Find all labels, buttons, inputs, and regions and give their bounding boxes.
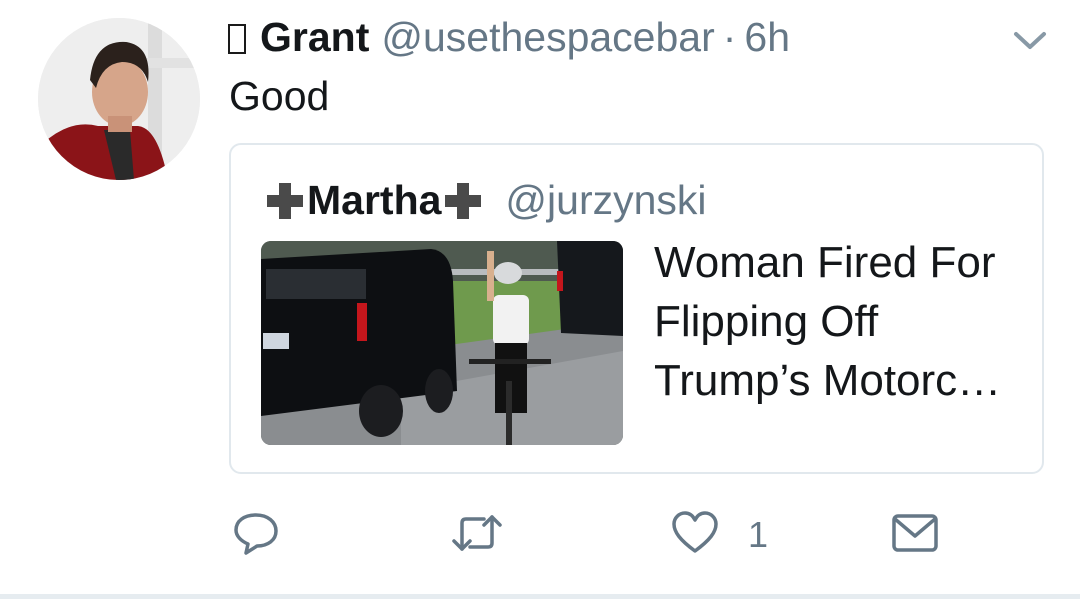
link-thumbnail[interactable] [261,241,623,445]
author-name[interactable]: Grant [260,10,369,64]
direct-message-button[interactable] [890,510,940,560]
tweet-header: Grant @usethespacebar · 6h [228,10,790,64]
like-count: 1 [748,514,769,555]
tweet[interactable]: Grant @usethespacebar · 6h Good Martha @… [0,0,1080,599]
heart-icon [670,509,720,562]
heavy-plus-icon [441,179,485,223]
link-headline[interactable]: Woman Fired For Flipping Off Trump’s Mot… [654,233,1024,410]
timestamp[interactable]: 6h [744,10,790,64]
separator: · [722,14,737,60]
retweet-icon [450,509,504,562]
tweet-actions: 1 [0,500,1080,574]
reply-icon [232,509,280,562]
author-handle[interactable]: @usethespacebar [381,10,714,64]
quoted-author-name[interactable]: Martha [307,177,441,224]
box-glyph-icon [228,24,246,54]
quoted-tweet-card[interactable]: Martha @jurzynski Woman Fired For Flippi… [229,143,1044,474]
like-button[interactable]: 1 [670,510,768,560]
tweet-text: Good [229,73,330,119]
reply-button[interactable] [232,510,280,560]
quoted-tweet-header: Martha @jurzynski [263,173,707,227]
headline-line: Flipping Off [654,297,879,346]
headline-line: Trump’s Motorc… [654,356,1002,405]
retweet-button[interactable] [450,510,504,560]
envelope-icon [890,510,940,561]
headline-line: Woman Fired For [654,238,996,287]
divider [0,594,1080,599]
avatar[interactable] [38,18,200,180]
heavy-plus-icon [263,179,307,223]
quoted-author-handle[interactable]: @jurzynski [505,177,706,224]
chevron-down-icon[interactable] [1012,28,1048,54]
